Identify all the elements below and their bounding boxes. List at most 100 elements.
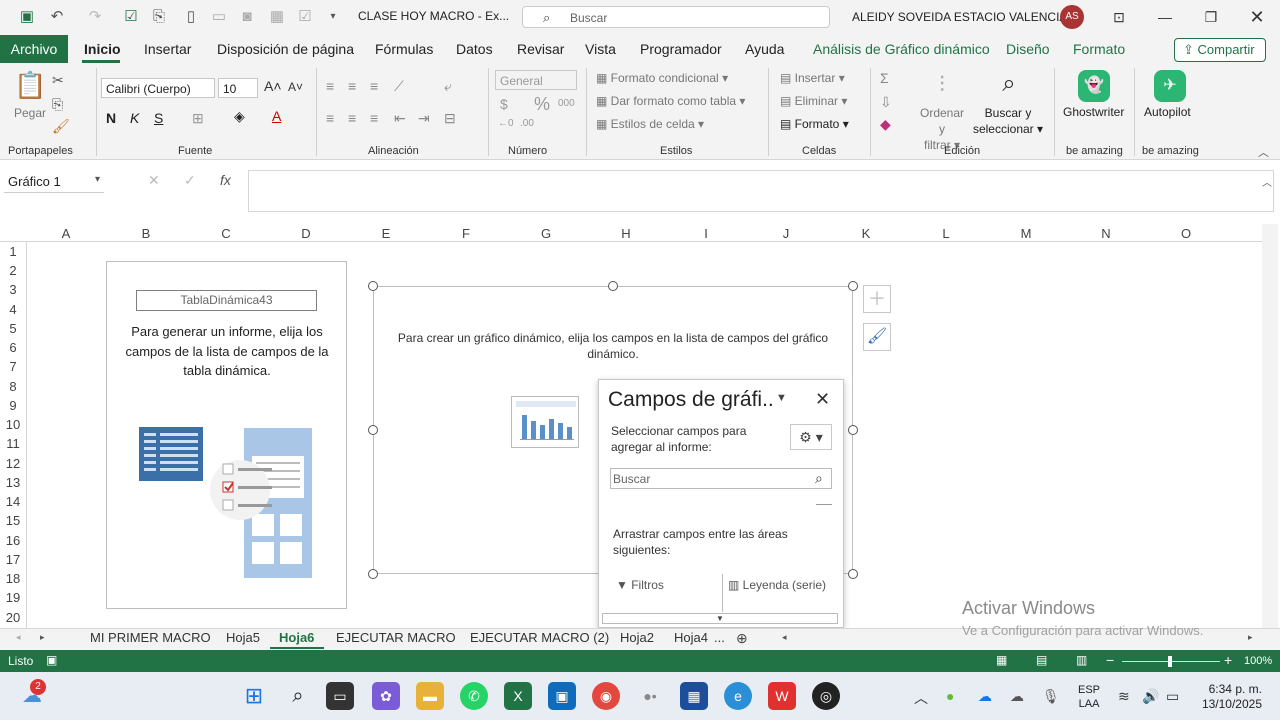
scroll-right-icon[interactable]: ▸ — [1248, 632, 1253, 643]
resize-handle[interactable] — [608, 281, 618, 291]
paste-icon[interactable]: 📋 — [14, 70, 46, 102]
align-top-icon[interactable]: ≡ — [326, 78, 334, 94]
sort-filter-icon[interactable]: ⫶ — [928, 72, 956, 98]
row-header[interactable]: 4 — [0, 302, 26, 317]
resize-handle[interactable] — [848, 425, 858, 435]
insert-cells-button[interactable]: ▤ Insertar ▾ — [780, 71, 845, 85]
collapse-formula-icon[interactable]: ︿ — [1262, 174, 1272, 189]
wrap-text-icon[interactable]: ⤶ — [444, 78, 452, 95]
check-icon[interactable]: ☑ — [296, 8, 314, 26]
tab-archivo[interactable]: Archivo — [0, 35, 68, 63]
zoom-level[interactable]: 100% — [1244, 655, 1272, 667]
insert-function-icon[interactable]: fx — [220, 172, 231, 188]
excel-icon[interactable]: X — [504, 682, 532, 710]
clock[interactable]: 6:34 p. m. 13/10/2025 — [1196, 682, 1262, 712]
share-button[interactable]: ⇪ Compartir — [1174, 38, 1266, 62]
underline-icon[interactable]: S — [154, 110, 163, 126]
autopilot-icon[interactable]: ✈ — [1154, 70, 1186, 102]
form-icon[interactable]: ▦ — [268, 8, 286, 26]
row-header[interactable]: 15 — [0, 513, 26, 528]
row-header[interactable]: 3 — [0, 282, 26, 297]
field-pane-options-icon[interactable]: ▼ — [776, 392, 787, 404]
find-icon[interactable]: ⌕ — [994, 70, 1024, 98]
column-header[interactable]: B — [106, 226, 186, 241]
row-header[interactable]: 18 — [0, 571, 26, 586]
onedrive-icon[interactable]: ☁ — [978, 688, 992, 705]
row-header[interactable]: 8 — [0, 379, 26, 394]
increase-decimal-icon[interactable]: ←0 — [498, 118, 514, 129]
volume-icon[interactable]: 🔊 — [1142, 688, 1159, 705]
wifi-icon[interactable]: ≋ — [1118, 688, 1130, 705]
undo-icon[interactable]: ↶ — [48, 8, 66, 26]
row-header[interactable]: 7 — [0, 359, 26, 374]
italic-icon[interactable]: K — [130, 110, 139, 126]
page-break-icon[interactable]: ▥ — [1076, 653, 1087, 667]
column-header[interactable]: A — [26, 226, 106, 241]
enter-icon[interactable]: ✓ — [184, 172, 196, 189]
row-header[interactable]: 14 — [0, 494, 26, 509]
search-icon[interactable]: ⌕ — [815, 470, 823, 487]
tray-app-icon[interactable]: ● — [946, 688, 954, 704]
column-header[interactable]: I — [666, 226, 746, 241]
resize-handle[interactable] — [368, 281, 378, 291]
borders-icon[interactable]: ⊞ — [192, 110, 204, 127]
copy-icon[interactable]: ⎘ — [52, 96, 63, 113]
new-document-icon[interactable]: ▯ — [182, 8, 200, 26]
column-header[interactable]: G — [506, 226, 586, 241]
comment-icon[interactable]: ▭ — [210, 8, 228, 26]
file-explorer-icon[interactable]: ▬ — [416, 682, 444, 710]
sheet-tab[interactable]: Hoja4 — [674, 630, 708, 645]
column-header[interactable]: J — [746, 226, 826, 241]
column-header[interactable]: E — [346, 226, 426, 241]
chrome-icon[interactable]: ◉ — [592, 682, 620, 710]
battery-icon[interactable]: ▭ — [1166, 688, 1179, 705]
column-header[interactable]: K — [826, 226, 906, 241]
column-header[interactable]: M — [986, 226, 1066, 241]
orientation-icon[interactable]: ⟋ — [394, 78, 404, 95]
name-box[interactable]: Gráfico 1 ▾ — [4, 171, 104, 193]
autopilot-label[interactable]: Autopilot — [1144, 105, 1191, 119]
thousands-icon[interactable]: 000 — [558, 98, 575, 109]
row-header[interactable]: 19 — [0, 590, 26, 605]
tab-ayuda[interactable]: Ayuda — [745, 41, 784, 57]
chart-elements-icon[interactable]: ＋ — [863, 285, 891, 313]
ghostwriter-label[interactable]: Ghostwriter — [1063, 105, 1124, 119]
copilot-icon[interactable]: ✿ — [372, 682, 400, 710]
language-indicator[interactable]: ESP LAA — [1078, 683, 1100, 711]
pane-scroll-down-icon[interactable]: ▼ — [602, 613, 838, 624]
cut-icon[interactable]: ✂ — [52, 72, 64, 89]
fill-color-icon[interactable]: ◈ — [234, 108, 245, 125]
microphone-icon[interactable]: 🎙 — [1042, 688, 1060, 705]
filters-area[interactable]: ▼ Filtros — [616, 578, 664, 592]
font-name-select[interactable]: Calibri (Cuerpo) — [101, 78, 215, 98]
tray-expand-icon[interactable]: ︿ — [914, 688, 928, 708]
align-center-icon[interactable]: ≡ — [348, 110, 356, 126]
save-icon[interactable]: ▣ — [18, 8, 36, 26]
format-cells-button[interactable]: ▤ Formato ▾ — [780, 117, 849, 131]
row-header[interactable]: 6 — [0, 340, 26, 355]
sheet-tab[interactable]: EJECUTAR MACRO (2) — [470, 630, 609, 645]
restore-icon[interactable]: ❐ — [1196, 6, 1226, 28]
paste-label[interactable]: Pegar — [14, 106, 46, 120]
currency-icon[interactable]: $ — [500, 96, 508, 112]
tab-programador[interactable]: Programador — [640, 41, 722, 57]
tab-formato[interactable]: Formato — [1073, 41, 1125, 57]
column-header[interactable]: O — [1146, 226, 1226, 241]
table-format-button[interactable]: ▦ Dar formato como tabla ▾ — [596, 94, 745, 108]
find-select-button[interactable]: Buscar y seleccionar ▾ — [972, 105, 1044, 137]
cell-styles-button[interactable]: ▦ Estilos de celda ▾ — [596, 117, 704, 131]
tab-diseno[interactable]: Diseño — [1006, 41, 1050, 57]
increase-indent-icon[interactable]: ⇥ — [418, 110, 430, 127]
row-header[interactable]: 10 — [0, 417, 26, 432]
close-icon[interactable]: ✕ — [815, 389, 830, 410]
search-icon[interactable]: ⌕ — [284, 682, 312, 710]
clear-icon[interactable]: ◆ — [880, 116, 891, 133]
decrease-font-icon[interactable]: A˅ — [288, 80, 303, 94]
column-header[interactable]: N — [1066, 226, 1146, 241]
sheet-tab[interactable]: Hoja2 — [620, 630, 654, 645]
resize-handle[interactable] — [368, 425, 378, 435]
align-right-icon[interactable]: ≡ — [370, 110, 378, 126]
sheet-tab-active[interactable]: Hoja6 — [279, 630, 314, 645]
tab-datos[interactable]: Datos — [456, 41, 493, 57]
camera-icon[interactable]: ◙ — [238, 8, 256, 26]
